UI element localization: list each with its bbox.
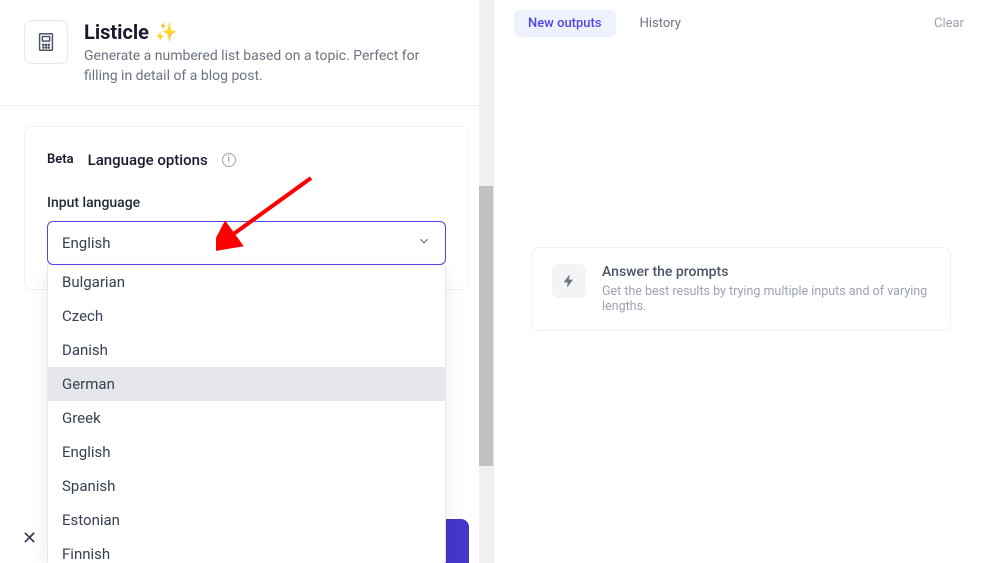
bolt-icon xyxy=(552,264,586,298)
section-title: Language options xyxy=(88,151,208,169)
empty-state-sub: Get the best results by trying multiple … xyxy=(602,284,930,314)
language-option[interactable]: Spanish xyxy=(48,469,445,503)
select-current-value: English xyxy=(62,234,111,252)
tab-new-outputs[interactable]: New outputs xyxy=(514,10,616,37)
language-option[interactable]: Estonian xyxy=(48,503,445,537)
template-title-text: Listicle xyxy=(84,20,149,44)
input-language-select[interactable]: English BulgarianCzechDanishGermanGreekE… xyxy=(47,221,446,265)
language-option[interactable]: German xyxy=(48,367,445,401)
info-icon[interactable]: i xyxy=(222,153,236,167)
language-option[interactable]: Finnish xyxy=(48,537,445,563)
template-header: Listicle ✨ Generate a numbered list base… xyxy=(0,0,493,106)
sparkle-icon: ✨ xyxy=(155,22,177,43)
left-scrollbar-thumb[interactable] xyxy=(479,186,493,466)
beta-tag: Beta xyxy=(47,152,74,167)
tab-history[interactable]: History xyxy=(626,10,695,37)
template-title: Listicle ✨ xyxy=(84,20,444,44)
close-icon[interactable]: ✕ xyxy=(22,528,37,549)
language-option[interactable]: Czech xyxy=(48,299,445,333)
output-tabs: New outputs History Clear xyxy=(494,0,988,47)
chevron-down-icon xyxy=(417,234,431,252)
clear-button[interactable]: Clear xyxy=(930,10,968,37)
empty-state-card: Answer the prompts Get the best results … xyxy=(531,247,951,331)
language-option[interactable]: English xyxy=(48,435,445,469)
template-icon xyxy=(24,20,68,64)
template-description: Generate a numbered list based on a topi… xyxy=(84,46,444,87)
empty-state-title: Answer the prompts xyxy=(602,264,930,280)
language-options-card: Beta Language options i Input language E… xyxy=(24,126,469,290)
language-option[interactable]: Greek xyxy=(48,401,445,435)
language-dropdown[interactable]: BulgarianCzechDanishGermanGreekEnglishSp… xyxy=(47,265,446,563)
select-display[interactable]: English xyxy=(47,221,446,265)
input-language-label: Input language xyxy=(47,195,446,211)
language-option[interactable]: Bulgarian xyxy=(48,265,445,299)
left-scrollbar-track[interactable] xyxy=(479,0,493,563)
language-option[interactable]: Danish xyxy=(48,333,445,367)
